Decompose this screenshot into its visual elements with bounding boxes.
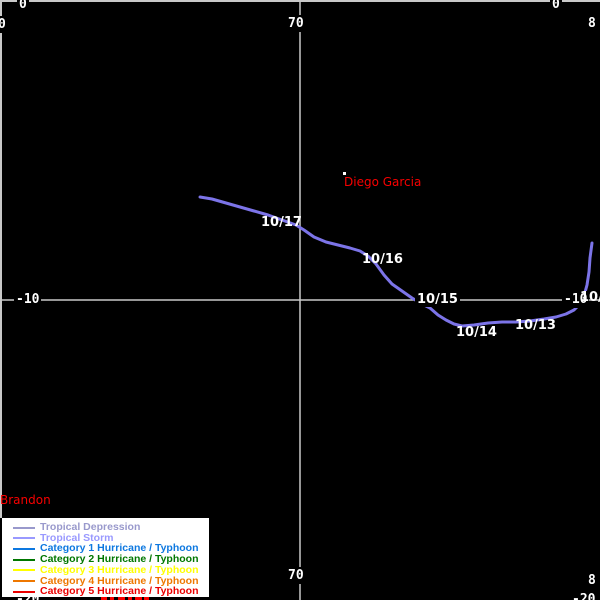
axis-tick-label: 70 bbox=[286, 15, 306, 32]
track-date-label: 10/15 bbox=[415, 292, 460, 307]
track-date-label: 10/13 bbox=[515, 318, 556, 333]
track-date-label: 10/16 bbox=[362, 252, 403, 267]
cyclone-track-map: 007008-10-10708-20-2010/1710/1610/1510/1… bbox=[0, 0, 600, 600]
track-date-label: 10/14 bbox=[456, 325, 497, 340]
legend-row: Category 5 Hurricane / Typhoon bbox=[2, 586, 209, 597]
place-label-diego-garcia: Diego Garcia bbox=[344, 175, 422, 189]
legend: Tropical Depression Tropical Storm Categor… bbox=[2, 518, 209, 597]
place-dot bbox=[343, 172, 346, 175]
map-canvas bbox=[0, 0, 600, 600]
track-date-label: 10/17 bbox=[261, 215, 302, 230]
legend-label: Category 5 Hurricane / Typhoon bbox=[40, 585, 199, 597]
axis-tick-label: 0 bbox=[0, 16, 8, 33]
legend-line-swatch bbox=[13, 590, 35, 593]
axis-tick-label: 0 bbox=[550, 0, 562, 13]
place-label-brandon: Brandon bbox=[0, 493, 51, 507]
axis-tick-label: 0 bbox=[17, 0, 29, 13]
axis-tick-label: 70 bbox=[286, 567, 306, 584]
track-date-label: 10/12 bbox=[580, 290, 600, 305]
axis-tick-label: 8 bbox=[586, 15, 598, 32]
legend-line-swatch bbox=[13, 537, 35, 540]
axis-tick-label: -10 bbox=[14, 291, 42, 308]
legend-line-swatch bbox=[13, 580, 35, 582]
legend-line-swatch bbox=[13, 558, 35, 561]
axis-tick-label: 8 bbox=[586, 572, 598, 589]
legend-line-swatch bbox=[13, 526, 35, 529]
legend-line-swatch bbox=[13, 569, 35, 572]
legend-line-swatch bbox=[13, 547, 35, 550]
axis-tick-label: -20 bbox=[570, 591, 598, 600]
